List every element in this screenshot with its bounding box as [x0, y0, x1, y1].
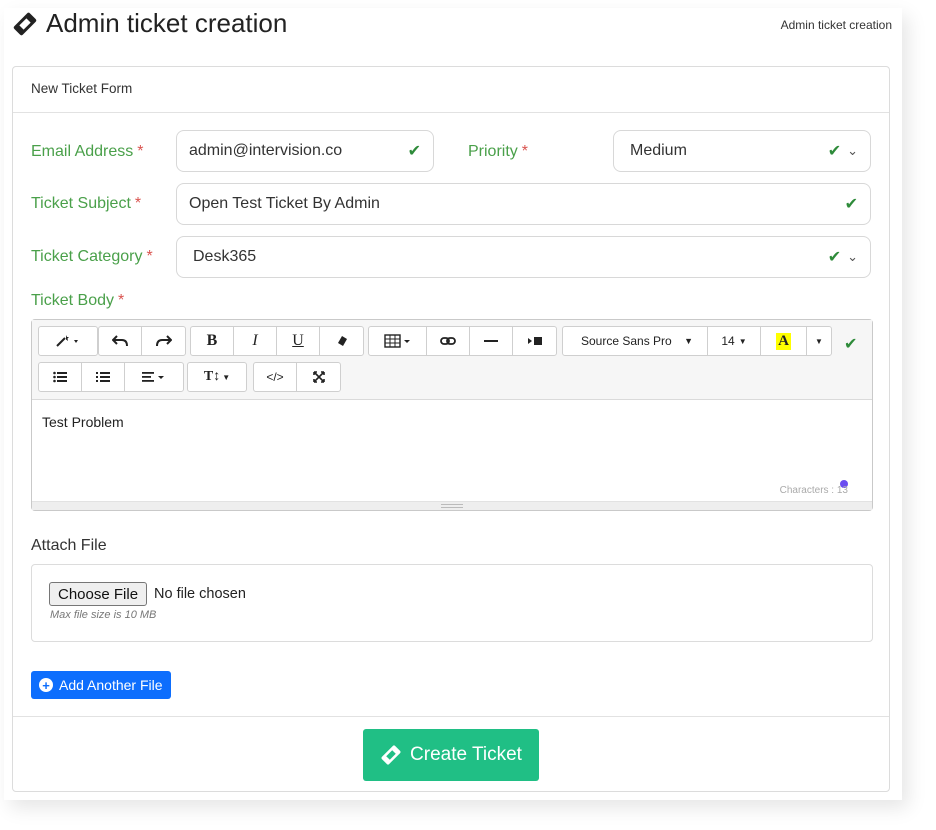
- eraser-icon[interactable]: [320, 327, 363, 355]
- unordered-list-icon[interactable]: [39, 363, 82, 391]
- highlight-color-dropdown[interactable]: ▼: [807, 327, 831, 355]
- subject-label: Ticket Subject *: [31, 195, 141, 213]
- attach-file-box: Choose File No file chosen Max file size…: [31, 564, 873, 642]
- editor-toolbar: B I U Source Sans Pro ▼ 14 ▼ A ▼ ✔ T↕ ▼ …: [32, 320, 872, 400]
- category-label-text: Ticket Category: [31, 248, 143, 265]
- priority-value: Medium: [630, 142, 687, 159]
- font-size-value: 14: [721, 334, 735, 348]
- italic-button[interactable]: I: [234, 327, 277, 355]
- ticket-icon: [381, 745, 401, 765]
- add-another-file-label: Add Another File: [59, 677, 163, 693]
- table-icon[interactable]: [369, 327, 427, 355]
- font-size-dropdown[interactable]: 14 ▼: [708, 327, 761, 355]
- category-value: Desk365: [193, 248, 257, 265]
- body-label-text: Ticket Body: [31, 292, 114, 309]
- priority-label-text: Priority: [468, 143, 518, 160]
- grip-icon: [441, 504, 463, 508]
- toolbar-group-insert: [368, 326, 557, 356]
- valid-check-icon: ✔: [844, 336, 858, 353]
- toolbar-group-typography: Source Sans Pro ▼ 14 ▼ A ▼: [562, 326, 832, 356]
- required-marker: *: [521, 143, 529, 160]
- caret-down-icon: ▼: [738, 336, 747, 346]
- valid-check-icon: ✔: [844, 196, 858, 213]
- chevron-down-icon: ⌄: [847, 143, 858, 158]
- choose-file-button[interactable]: Choose File: [49, 582, 148, 606]
- card-title: New Ticket Form: [13, 67, 889, 113]
- link-icon[interactable]: [427, 327, 470, 355]
- required-marker: *: [134, 195, 142, 212]
- toolbar-group-style: [38, 326, 98, 356]
- attach-file-label: Attach File: [31, 537, 107, 554]
- undo-icon[interactable]: [99, 327, 142, 355]
- horizontal-rule-icon[interactable]: [470, 327, 513, 355]
- subject-field[interactable]: Open Test Ticket By Admin ✔: [176, 183, 871, 225]
- priority-select[interactable]: Medium ✔ ⌄: [613, 130, 871, 172]
- toolbar-group-height: T↕ ▼: [187, 362, 247, 392]
- add-another-file-button[interactable]: + Add Another File: [31, 671, 171, 699]
- new-ticket-form-card: New Ticket Form Email Address * admin@int…: [12, 66, 890, 792]
- indent-icon[interactable]: [513, 327, 556, 355]
- font-family-dropdown[interactable]: Source Sans Pro ▼: [563, 327, 708, 355]
- ordered-list-icon[interactable]: [82, 363, 125, 391]
- page-title: Admin ticket creation: [12, 8, 287, 39]
- highlight-color-button[interactable]: A: [761, 327, 807, 355]
- body-label: Ticket Body *: [31, 292, 124, 310]
- valid-check-icon: ✔: [827, 249, 842, 266]
- email-field[interactable]: admin@intervision.co ✔: [176, 130, 434, 172]
- valid-check-icon: ✔: [407, 143, 421, 160]
- underline-button[interactable]: U: [277, 327, 320, 355]
- required-marker: *: [146, 248, 153, 265]
- character-count: Characters : 13: [779, 485, 848, 496]
- chevron-down-icon: ⌄: [847, 249, 858, 264]
- fullscreen-icon[interactable]: [297, 363, 340, 391]
- create-ticket-label: Create Ticket: [410, 744, 522, 765]
- email-label-text: Email Address: [31, 143, 134, 160]
- rich-text-editor: B I U Source Sans Pro ▼ 14 ▼ A ▼ ✔ T↕ ▼ …: [31, 319, 873, 511]
- caret-down-icon: ▼: [222, 372, 231, 382]
- toolbar-group-lists: [38, 362, 184, 392]
- category-select[interactable]: Desk365 ✔ ⌄: [176, 236, 871, 278]
- toolbar-group-history: [98, 326, 186, 356]
- email-label: Email Address *: [31, 143, 144, 161]
- bold-button[interactable]: B: [191, 327, 234, 355]
- caret-down-icon: ▼: [684, 336, 693, 346]
- no-file-chosen-text: No file chosen: [154, 586, 246, 602]
- create-ticket-button[interactable]: Create Ticket: [363, 729, 539, 781]
- align-dropdown[interactable]: [125, 363, 183, 391]
- category-label: Ticket Category *: [31, 248, 153, 266]
- page-title-text: Admin ticket creation: [46, 8, 288, 38]
- font-family-value: Source Sans Pro: [581, 334, 672, 348]
- valid-check-icon: ✔: [827, 143, 842, 160]
- highlight-icon: A: [776, 332, 791, 350]
- plus-circle-icon: +: [39, 678, 53, 692]
- required-marker: *: [137, 143, 144, 160]
- toolbar-group-font: B I U: [190, 326, 364, 356]
- code-view-button[interactable]: </>: [254, 363, 297, 391]
- ticket-icon: [13, 12, 37, 35]
- line-height-icon: T↕: [203, 369, 221, 384]
- toolbar-group-view: </>: [253, 362, 341, 392]
- line-height-dropdown[interactable]: T↕ ▼: [188, 363, 246, 391]
- caret-down-icon: ▼: [815, 336, 823, 346]
- subject-value: Open Test Ticket By Admin: [189, 195, 380, 212]
- magic-wand-icon[interactable]: [39, 327, 97, 355]
- subject-label-text: Ticket Subject: [31, 195, 131, 212]
- card-footer: Create Ticket: [13, 716, 889, 792]
- priority-label: Priority *: [468, 143, 528, 161]
- editor-resize-handle[interactable]: [32, 501, 872, 510]
- required-marker: *: [118, 292, 125, 309]
- redo-icon[interactable]: [142, 327, 185, 355]
- page-header: Admin ticket creation Admin ticket creat…: [12, 6, 892, 46]
- max-file-size-hint: Max file size is 10 MB: [50, 609, 157, 621]
- email-value: admin@intervision.co: [189, 142, 343, 159]
- breadcrumb[interactable]: Admin ticket creation: [781, 18, 892, 32]
- editor-content[interactable]: Test Problem: [32, 400, 872, 500]
